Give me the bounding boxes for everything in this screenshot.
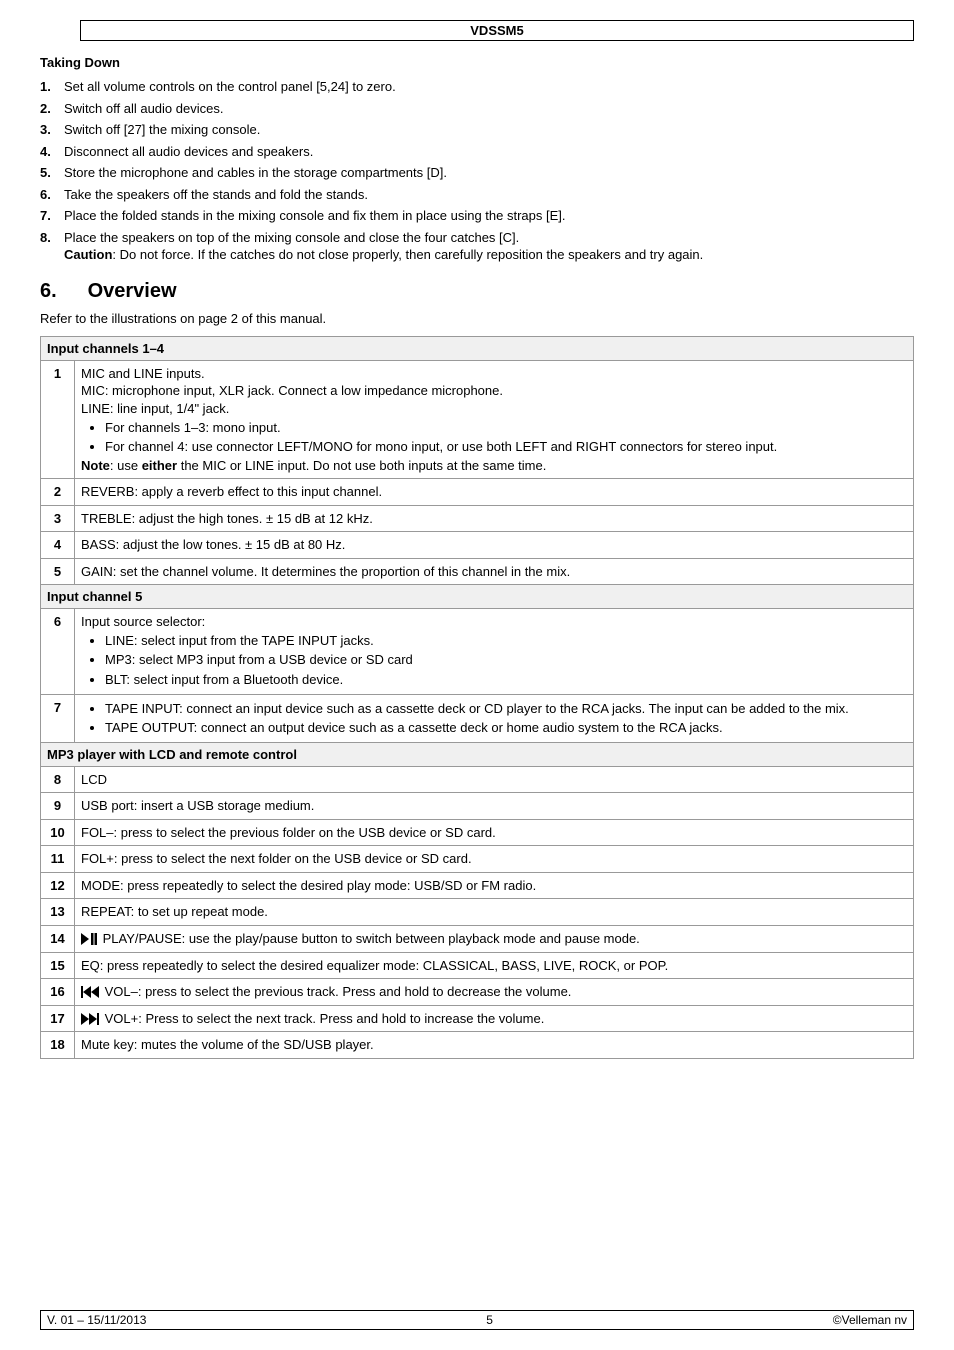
list-text: Switch off [27] the mixing console. [64,122,260,137]
list-text: Set all volume controls on the control p… [64,79,396,94]
list-number: 2. [40,100,51,118]
table-row: 10FOL–: press to select the previous fol… [41,819,914,846]
table-row: 15EQ: press repeatedly to select the des… [41,952,914,979]
play-pause-icon [81,931,99,946]
row-content: REPEAT: to set up repeat mode. [75,899,914,926]
footer-page: 5 [486,1313,493,1327]
spec-table: Input channels 1–41MIC and LINE inputs.M… [40,336,914,1059]
table-row: 5GAIN: set the channel volume. It determ… [41,558,914,585]
table-row: 16 VOL–: press to select the previous tr… [41,979,914,1006]
overview-refer: Refer to the illustrations on page 2 of … [40,311,914,326]
list-number: 4. [40,143,51,161]
prev-icon [81,984,101,999]
row-index: 16 [41,979,75,1006]
footer-bar: V. 01 – 15/11/2013 5 ©Velleman nv [40,1310,914,1330]
list-number: 7. [40,207,51,225]
list-number: 6. [40,186,51,204]
list-number: 1. [40,78,51,96]
row-content: VOL–: press to select the previous track… [75,979,914,1006]
list-text: Take the speakers off the stands and fol… [64,187,368,202]
table-section-header: Input channel 5 [41,585,914,609]
table-row: 4BASS: adjust the low tones. ± 15 dB at … [41,532,914,559]
row-content: FOL+: press to select the next folder on… [75,846,914,873]
row-content: GAIN: set the channel volume. It determi… [75,558,914,585]
row-index: 18 [41,1032,75,1059]
table-row: 17 VOL+: Press to select the next track.… [41,1005,914,1032]
table-row: 14 PLAY/PAUSE: use the play/pause button… [41,925,914,952]
table-row: 1MIC and LINE inputs.MIC: microphone inp… [41,360,914,478]
overview-title: Overview [88,280,177,302]
row-content: PLAY/PAUSE: use the play/pause button to… [75,925,914,952]
header-title: VDSSM5 [470,23,523,38]
table-row: 6Input source selector:LINE: select inpu… [41,609,914,694]
row-content: USB port: insert a USB storage medium. [75,793,914,820]
overview-number: 6. [40,280,82,303]
row-content: TAPE INPUT: connect an input device such… [75,694,914,742]
table-section-header: Input channels 1–4 [41,336,914,360]
list-number: 3. [40,121,51,139]
row-index: 7 [41,694,75,742]
row-content: TREBLE: adjust the high tones. ± 15 dB a… [75,505,914,532]
row-content: MODE: press repeatedly to select the des… [75,872,914,899]
list-number: 5. [40,164,51,182]
row-content: EQ: press repeatedly to select the desir… [75,952,914,979]
row-index: 17 [41,1005,75,1032]
taking-down-item: 8. Place the speakers on top of the mixin… [40,227,914,266]
taking-down-list: 1. Set all volume controls on the control… [40,76,914,266]
row-index: 6 [41,609,75,694]
taking-down-item: 5. Store the microphone and cables in the… [40,162,914,184]
table-row: 13REPEAT: to set up repeat mode. [41,899,914,926]
row-content: REVERB: apply a reverb effect to this in… [75,479,914,506]
row-index: 3 [41,505,75,532]
table-row: 7TAPE INPUT: connect an input device suc… [41,694,914,742]
table-row: 3TREBLE: adjust the high tones. ± 15 dB … [41,505,914,532]
taking-down-item: 2. Switch off all audio devices. [40,98,914,120]
row-index: 14 [41,925,75,952]
row-index: 13 [41,899,75,926]
table-row: 9USB port: insert a USB storage medium. [41,793,914,820]
taking-down-section: Taking Down 1. Set all volume controls on… [40,55,914,266]
taking-down-item: 6. Take the speakers off the stands and f… [40,184,914,206]
row-content: VOL+: Press to select the next track. Pr… [75,1005,914,1032]
row-content: LCD [75,766,914,793]
list-text: Place the speakers on top of the mixing … [64,230,703,263]
row-index: 2 [41,479,75,506]
row-index: 1 [41,360,75,478]
header-title-box: VDSSM5 [80,20,914,41]
row-index: 10 [41,819,75,846]
next-icon [81,1011,101,1026]
table-row: 2REVERB: apply a reverb effect to this i… [41,479,914,506]
row-index: 9 [41,793,75,820]
list-text: Switch off all audio devices. [64,101,223,116]
row-index: 4 [41,532,75,559]
taking-down-title: Taking Down [40,55,914,70]
table-row: 11FOL+: press to select the next folder … [41,846,914,873]
row-content: MIC and LINE inputs.MIC: microphone inpu… [75,360,914,478]
taking-down-item: 1. Set all volume controls on the control… [40,76,914,98]
table-section-header: MP3 player with LCD and remote control [41,742,914,766]
footer-right: ©Velleman nv [833,1313,907,1327]
taking-down-item: 4. Disconnect all audio devices and speak… [40,141,914,163]
list-text: Store the microphone and cables in the s… [64,165,447,180]
row-index: 15 [41,952,75,979]
list-number: 8. [40,229,51,247]
table-row: 8LCD [41,766,914,793]
row-content: Mute key: mutes the volume of the SD/USB… [75,1032,914,1059]
overview-heading: 6. Overview [40,280,914,303]
row-content: FOL–: press to select the previous folde… [75,819,914,846]
row-index: 12 [41,872,75,899]
row-index: 8 [41,766,75,793]
list-text: Place the folded stands in the mixing co… [64,208,566,223]
table-row: 18Mute key: mutes the volume of the SD/U… [41,1032,914,1059]
taking-down-item: 3. Switch off [27] the mixing console. [40,119,914,141]
list-text: Disconnect all audio devices and speaker… [64,144,313,159]
row-index: 5 [41,558,75,585]
row-content: BASS: adjust the low tones. ± 15 dB at 8… [75,532,914,559]
row-index: 11 [41,846,75,873]
footer-left: V. 01 – 15/11/2013 [47,1313,146,1327]
table-row: 12MODE: press repeatedly to select the d… [41,872,914,899]
row-content: Input source selector:LINE: select input… [75,609,914,694]
taking-down-item: 7. Place the folded stands in the mixing … [40,205,914,227]
